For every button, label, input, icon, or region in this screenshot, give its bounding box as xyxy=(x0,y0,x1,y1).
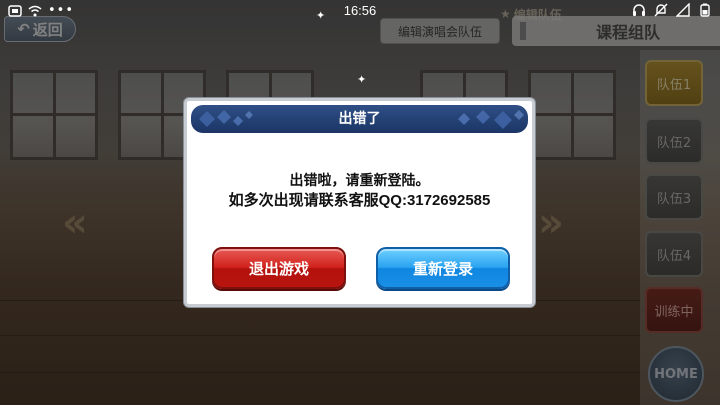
error-message: 出错啦，请重新登陆。 xyxy=(289,172,430,188)
headphones-icon xyxy=(633,4,645,16)
battery-icon xyxy=(700,3,710,17)
mute-icon xyxy=(654,3,668,17)
sparkle-icon: ✦ xyxy=(357,73,367,86)
quit-game-button[interactable]: 退出游戏 xyxy=(212,247,346,289)
error-dialog: 出错了 出错啦，请重新登陆。 如多次出现请联系客服QQ:3172692585 退… xyxy=(184,98,535,307)
dialog-title: 出错了 xyxy=(338,111,381,127)
status-time: 16:56 xyxy=(343,3,377,18)
signal-icon xyxy=(676,3,690,17)
support-contact-message: 如多次出现请联系客服QQ:3172692585 xyxy=(228,192,491,209)
dialog-header: 出错了 xyxy=(191,105,528,133)
status-bar: ••• 16:56 xyxy=(0,0,720,22)
relogin-button[interactable]: 重新登录 xyxy=(376,247,510,289)
